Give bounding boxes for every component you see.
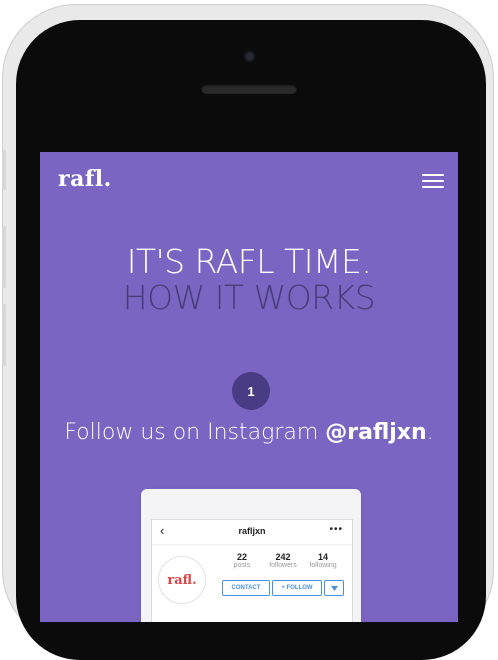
earpiece-speaker — [201, 84, 297, 94]
more-dots-icon: ••• — [329, 524, 343, 535]
stat-label: following — [309, 562, 337, 569]
follow-button[interactable]: + FOLLOW — [272, 580, 322, 596]
stat-value: 22 — [236, 552, 247, 562]
volume-down-button — [2, 304, 6, 366]
caret-down-icon[interactable] — [324, 580, 344, 596]
hero-subtitle: HOW IT WORKS — [122, 278, 376, 317]
stat-value: 14 — [317, 552, 328, 562]
stat-posts: 22 posts — [221, 552, 263, 569]
instagram-avatar: rafl. — [158, 556, 206, 604]
instagram-handle-link[interactable]: @rafljxn — [325, 420, 426, 445]
volume-up-button — [2, 226, 6, 288]
phone-screen: rafl. IT'S RAFL TIME. HOW IT WORKS 1 Fol… — [40, 152, 458, 622]
front-camera — [244, 51, 255, 62]
hero-headline: IT'S RAFL TIME. HOW IT WORKS — [40, 244, 458, 316]
stat-following: 14 following — [302, 552, 344, 569]
instagram-header: ‹ rafljxn ••• — [152, 520, 352, 545]
mute-switch — [2, 150, 6, 190]
stat-value: 242 — [275, 552, 291, 562]
instagram-username: rafljxn — [238, 526, 266, 536]
stat-followers: 242 followers — [262, 552, 304, 569]
step-instruction: Follow us on Instagram @rafljxn. — [40, 420, 458, 445]
stat-label: followers — [269, 562, 297, 569]
instagram-preview-card: ‹ rafljxn ••• rafl. 22 posts 242 followe… — [141, 489, 361, 622]
hamburger-icon[interactable] — [422, 174, 444, 189]
rafl-logo[interactable]: rafl. — [58, 166, 112, 192]
step-number-badge: 1 — [232, 372, 270, 410]
step-text-prefix: Follow us on Instagram — [64, 420, 326, 445]
instagram-profile-screen: ‹ rafljxn ••• rafl. 22 posts 242 followe… — [151, 519, 353, 622]
stat-label: posts — [233, 562, 251, 569]
hero-title: IT'S RAFL TIME. — [126, 242, 372, 281]
contact-button[interactable]: CONTACT — [222, 580, 270, 596]
avatar-logo-text: rafl. — [167, 572, 197, 588]
step-text-suffix: . — [426, 420, 434, 445]
